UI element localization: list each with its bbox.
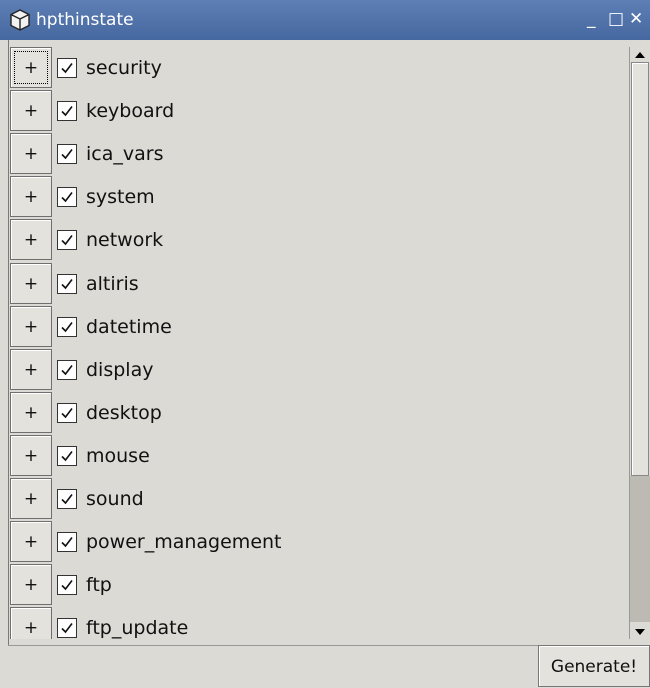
checkmark-icon (61, 408, 73, 419)
list-item: + ica_vars (10, 133, 628, 176)
checkmark-icon (61, 322, 73, 333)
item-label: datetime (86, 316, 172, 338)
item-checkbox[interactable] (57, 317, 77, 337)
expand-button[interactable]: + (10, 219, 52, 260)
title-bar: hpthinstate _ □ ✕ (0, 0, 650, 40)
expand-button[interactable]: + (10, 564, 52, 605)
list-item: + altiris (10, 263, 628, 306)
item-label: desktop (86, 402, 162, 424)
list-item: + power_management (10, 521, 628, 564)
checkmark-icon (61, 106, 73, 117)
expand-button[interactable]: + (10, 435, 52, 476)
item-label: network (86, 229, 164, 251)
item-label: ftp (86, 574, 112, 596)
expand-button[interactable]: + (10, 521, 52, 562)
item-checkbox[interactable] (57, 144, 77, 164)
checkmark-icon (61, 365, 73, 376)
checkmark-icon (61, 537, 73, 548)
item-checkbox[interactable] (57, 403, 77, 423)
item-checkbox[interactable] (57, 101, 77, 121)
list-item: + datetime (10, 306, 628, 349)
item-label: system (86, 186, 155, 208)
maximize-button[interactable]: □ (608, 7, 624, 31)
item-checkbox[interactable] (57, 187, 77, 207)
status-bar (8, 645, 538, 688)
checkmark-icon (61, 63, 73, 74)
expand-button[interactable]: + (10, 607, 52, 639)
checkmark-icon (61, 580, 73, 591)
scroll-up-button[interactable] (631, 47, 649, 61)
scroll-down-button[interactable] (631, 624, 649, 638)
item-checkbox[interactable] (57, 532, 77, 552)
item-checkbox[interactable] (57, 274, 77, 294)
expand-button[interactable]: + (10, 349, 52, 390)
list-item: + ftp_update (10, 607, 628, 639)
scroll-track[interactable] (630, 476, 650, 622)
checkmark-icon (61, 494, 73, 505)
generate-button[interactable]: Generate! (538, 645, 650, 687)
list-item: + security (10, 47, 628, 90)
arrow-down-icon (635, 629, 645, 635)
checkmark-icon (61, 279, 73, 290)
vertical-scrollbar[interactable] (629, 47, 650, 639)
list-item: + system (10, 176, 628, 219)
scroll-thumb[interactable] (631, 62, 649, 476)
item-checkbox[interactable] (57, 58, 77, 78)
expand-button[interactable]: + (10, 176, 52, 217)
item-checkbox[interactable] (57, 446, 77, 466)
item-label: ftp_update (86, 617, 189, 639)
list-item: + network (10, 219, 628, 262)
expand-button[interactable]: + (10, 90, 52, 131)
item-label: ica_vars (86, 143, 164, 165)
settings-list: + security + keyboard + ica_vars + system + netwo… (10, 47, 628, 639)
expand-button[interactable]: + (10, 133, 52, 174)
checkmark-icon (61, 149, 73, 160)
expand-button[interactable]: + (10, 306, 52, 347)
expand-button[interactable]: + (10, 478, 52, 519)
checkmark-icon (61, 235, 73, 246)
checkmark-icon (61, 451, 73, 462)
item-label: altiris (86, 273, 139, 295)
list-item: + keyboard (10, 90, 628, 133)
close-button[interactable]: ✕ (629, 7, 643, 31)
minimize-button[interactable]: _ (587, 7, 596, 31)
item-label: sound (86, 488, 144, 510)
expand-button[interactable]: + (10, 47, 52, 88)
item-label: power_management (86, 531, 282, 553)
item-label: keyboard (86, 100, 175, 122)
list-item: + mouse (10, 435, 628, 478)
list-item: + ftp (10, 564, 628, 607)
item-checkbox[interactable] (57, 489, 77, 509)
list-item: + desktop (10, 392, 628, 435)
item-checkbox[interactable] (57, 230, 77, 250)
checkmark-icon (61, 623, 73, 634)
window-title: hpthinstate (36, 10, 134, 30)
item-label: mouse (86, 445, 150, 467)
item-checkbox[interactable] (57, 360, 77, 380)
list-item: + sound (10, 478, 628, 521)
expand-button[interactable]: + (10, 392, 52, 433)
item-checkbox[interactable] (57, 575, 77, 595)
item-label: security (86, 57, 162, 79)
item-checkbox[interactable] (57, 618, 77, 638)
item-label: display (86, 359, 154, 381)
list-item: + display (10, 349, 628, 392)
checkmark-icon (61, 192, 73, 203)
expand-button[interactable]: + (10, 263, 52, 304)
arrow-up-icon (635, 52, 645, 58)
cube-icon (10, 9, 30, 31)
